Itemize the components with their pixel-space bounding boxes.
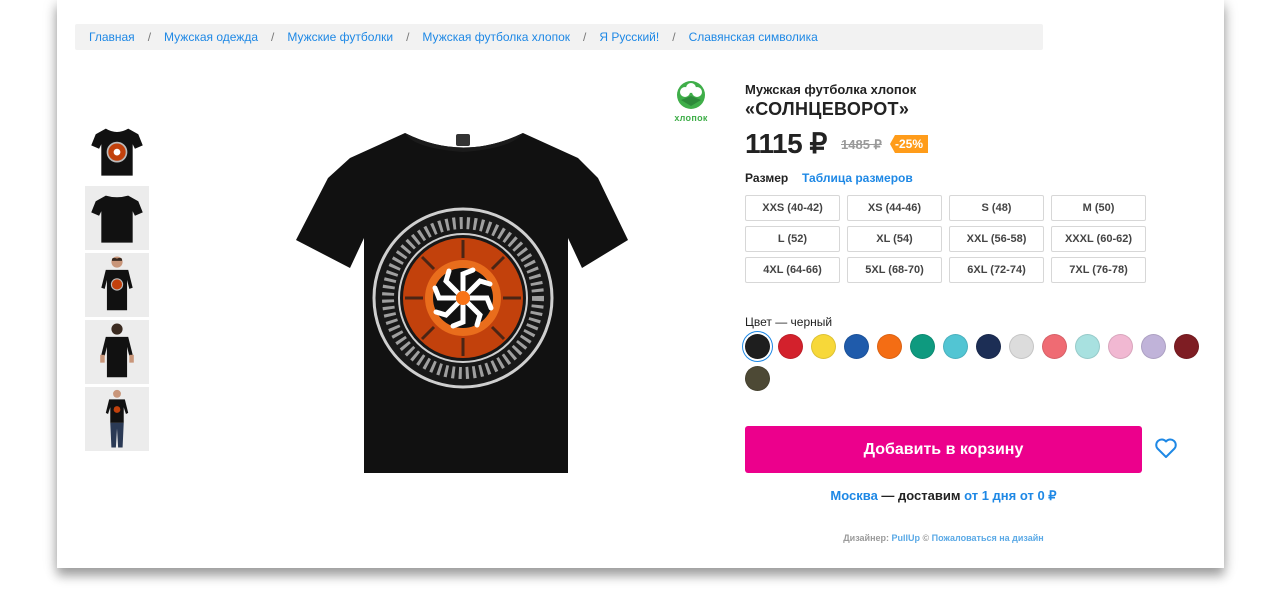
discount-badge: -25% bbox=[890, 135, 929, 153]
color-swatch[interactable] bbox=[811, 334, 836, 359]
color-swatch[interactable] bbox=[877, 334, 902, 359]
designer-prefix: Дизайнер: bbox=[843, 533, 892, 543]
size-option[interactable]: L (52) bbox=[745, 226, 840, 252]
size-option[interactable]: M (50) bbox=[1051, 195, 1146, 221]
product-name: «СОЛНЦЕВОРОТ» bbox=[745, 99, 910, 119]
size-option[interactable]: 4XL (64-66) bbox=[745, 257, 840, 283]
color-swatch[interactable] bbox=[976, 334, 1001, 359]
size-option[interactable]: 5XL (68-70) bbox=[847, 257, 942, 283]
breadcrumb-separator: / bbox=[147, 30, 152, 44]
color-swatch[interactable] bbox=[1075, 334, 1100, 359]
size-option[interactable]: XS (44-46) bbox=[847, 195, 942, 221]
delivery-city[interactable]: Москва bbox=[830, 488, 877, 503]
breadcrumb-mens-tshirts[interactable]: Мужские футболки bbox=[287, 30, 393, 44]
size-option[interactable]: XXXL (60-62) bbox=[1051, 226, 1146, 252]
designer-info: Дизайнер: PullUp © Пожаловаться на дизай… bbox=[745, 533, 1142, 543]
product-image bbox=[288, 118, 638, 483]
color-swatch[interactable] bbox=[943, 334, 968, 359]
copyright-sign: © bbox=[920, 533, 932, 543]
add-to-cart-button[interactable]: Добавить в корзину bbox=[745, 426, 1142, 473]
size-label: Размер bbox=[745, 171, 789, 185]
breadcrumb-separator: / bbox=[583, 30, 587, 44]
color-swatch[interactable] bbox=[1108, 334, 1133, 359]
cotton-icon bbox=[677, 81, 705, 109]
product-category: Мужская футболка хлопок bbox=[745, 82, 917, 97]
product-card bbox=[57, 0, 1224, 568]
thumbnail-model-full[interactable] bbox=[85, 387, 149, 451]
size-option[interactable]: XXS (40-42) bbox=[745, 195, 840, 221]
size-table-link[interactable]: Таблица размеров bbox=[802, 171, 913, 185]
breadcrumb-mens-clothing[interactable]: Мужская одежда bbox=[164, 30, 258, 44]
old-price: 1485 ₽ bbox=[841, 137, 882, 152]
breadcrumb-separator: / bbox=[672, 30, 676, 44]
color-swatch[interactable] bbox=[745, 334, 770, 359]
size-option[interactable]: XXL (56-58) bbox=[949, 226, 1044, 252]
thumbnail-model-front[interactable] bbox=[85, 253, 149, 317]
thumbnail-front[interactable] bbox=[85, 119, 149, 183]
favorite-heart-icon[interactable] bbox=[1154, 436, 1178, 460]
delivery-info: Москва — доставим от 1 дня от 0 ₽ bbox=[745, 488, 1142, 504]
delivery-text: — доставим bbox=[877, 488, 965, 503]
breadcrumb-cotton-tshirt[interactable]: Мужская футболка хлопок bbox=[422, 30, 570, 44]
thumbnail-model-back[interactable] bbox=[85, 320, 149, 384]
breadcrumb-separator: / bbox=[271, 30, 275, 44]
color-swatch[interactable] bbox=[910, 334, 935, 359]
size-option[interactable]: 6XL (72-74) bbox=[949, 257, 1044, 283]
designer-link[interactable]: PullUp bbox=[892, 533, 921, 543]
breadcrumb-slavic-symbols[interactable]: Славянская символика bbox=[689, 30, 818, 44]
color-label: Цвет — черный bbox=[745, 315, 833, 329]
breadcrumb-russian[interactable]: Я Русский! bbox=[599, 30, 659, 44]
size-option[interactable]: XL (54) bbox=[847, 226, 942, 252]
size-option[interactable]: S (48) bbox=[949, 195, 1044, 221]
color-swatch[interactable] bbox=[1009, 334, 1034, 359]
color-swatch[interactable] bbox=[745, 366, 770, 391]
thumbnail-back[interactable] bbox=[85, 186, 149, 250]
report-design-link[interactable]: Пожаловаться на дизайн bbox=[932, 533, 1044, 543]
breadcrumb-home[interactable]: Главная bbox=[89, 30, 135, 44]
cotton-label: хлопок bbox=[674, 113, 708, 123]
cotton-badge: хлопок bbox=[668, 80, 714, 126]
color-swatches bbox=[745, 334, 1205, 391]
color-swatch[interactable] bbox=[1042, 334, 1067, 359]
color-swatch[interactable] bbox=[1141, 334, 1166, 359]
size-grid: XXS (40-42) XS (44-46) S (48) M (50) L (… bbox=[745, 195, 1146, 283]
breadcrumb-separator: / bbox=[406, 30, 410, 44]
color-swatch[interactable] bbox=[844, 334, 869, 359]
breadcrumb: Главная / Мужская одежда / Мужские футбо… bbox=[75, 24, 1043, 50]
color-swatch[interactable] bbox=[1174, 334, 1199, 359]
delivery-terms[interactable]: от 1 дня от 0 ₽ bbox=[964, 488, 1056, 503]
price: 1115 ₽ bbox=[745, 128, 827, 159]
size-option[interactable]: 7XL (76-78) bbox=[1051, 257, 1146, 283]
color-swatch[interactable] bbox=[778, 334, 803, 359]
thumbnail-list bbox=[85, 119, 149, 454]
